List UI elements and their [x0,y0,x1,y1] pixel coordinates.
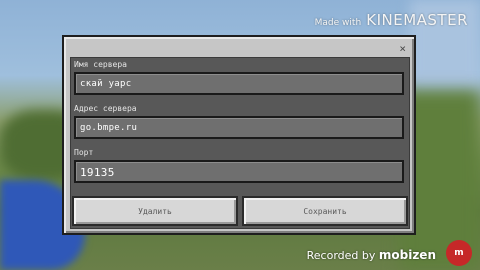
mobizen-logo-icon: m [446,240,472,266]
kinemaster-watermark: Made with KINEMASTER [315,10,468,29]
watermark-brand: KINEMASTER [366,11,468,29]
port-input[interactable]: 19135 [74,160,404,183]
save-button[interactable]: Сохранить [242,196,408,226]
server-name-input[interactable]: скай уарс [74,72,404,95]
delete-button[interactable]: Удалить [72,196,238,226]
edit-server-dialog: × Имя сервера скай уарс Адрес сервера go… [62,35,416,235]
recorder-watermark: Recorded by mobizen [307,248,436,262]
close-icon[interactable]: × [399,42,406,55]
watermark-made-with: Made with [314,18,362,28]
server-form: Имя сервера скай уарс Адрес сервера go.b… [70,57,410,229]
server-name-label: Имя сервера [74,60,127,69]
recorded-by-text: Recorded by [306,249,376,262]
recorder-brand: mobizen [378,248,436,262]
port-label: Порт [74,148,94,157]
server-address-input[interactable]: go.bmpe.ru [74,116,404,139]
server-address-label: Адрес сервера [74,104,137,113]
